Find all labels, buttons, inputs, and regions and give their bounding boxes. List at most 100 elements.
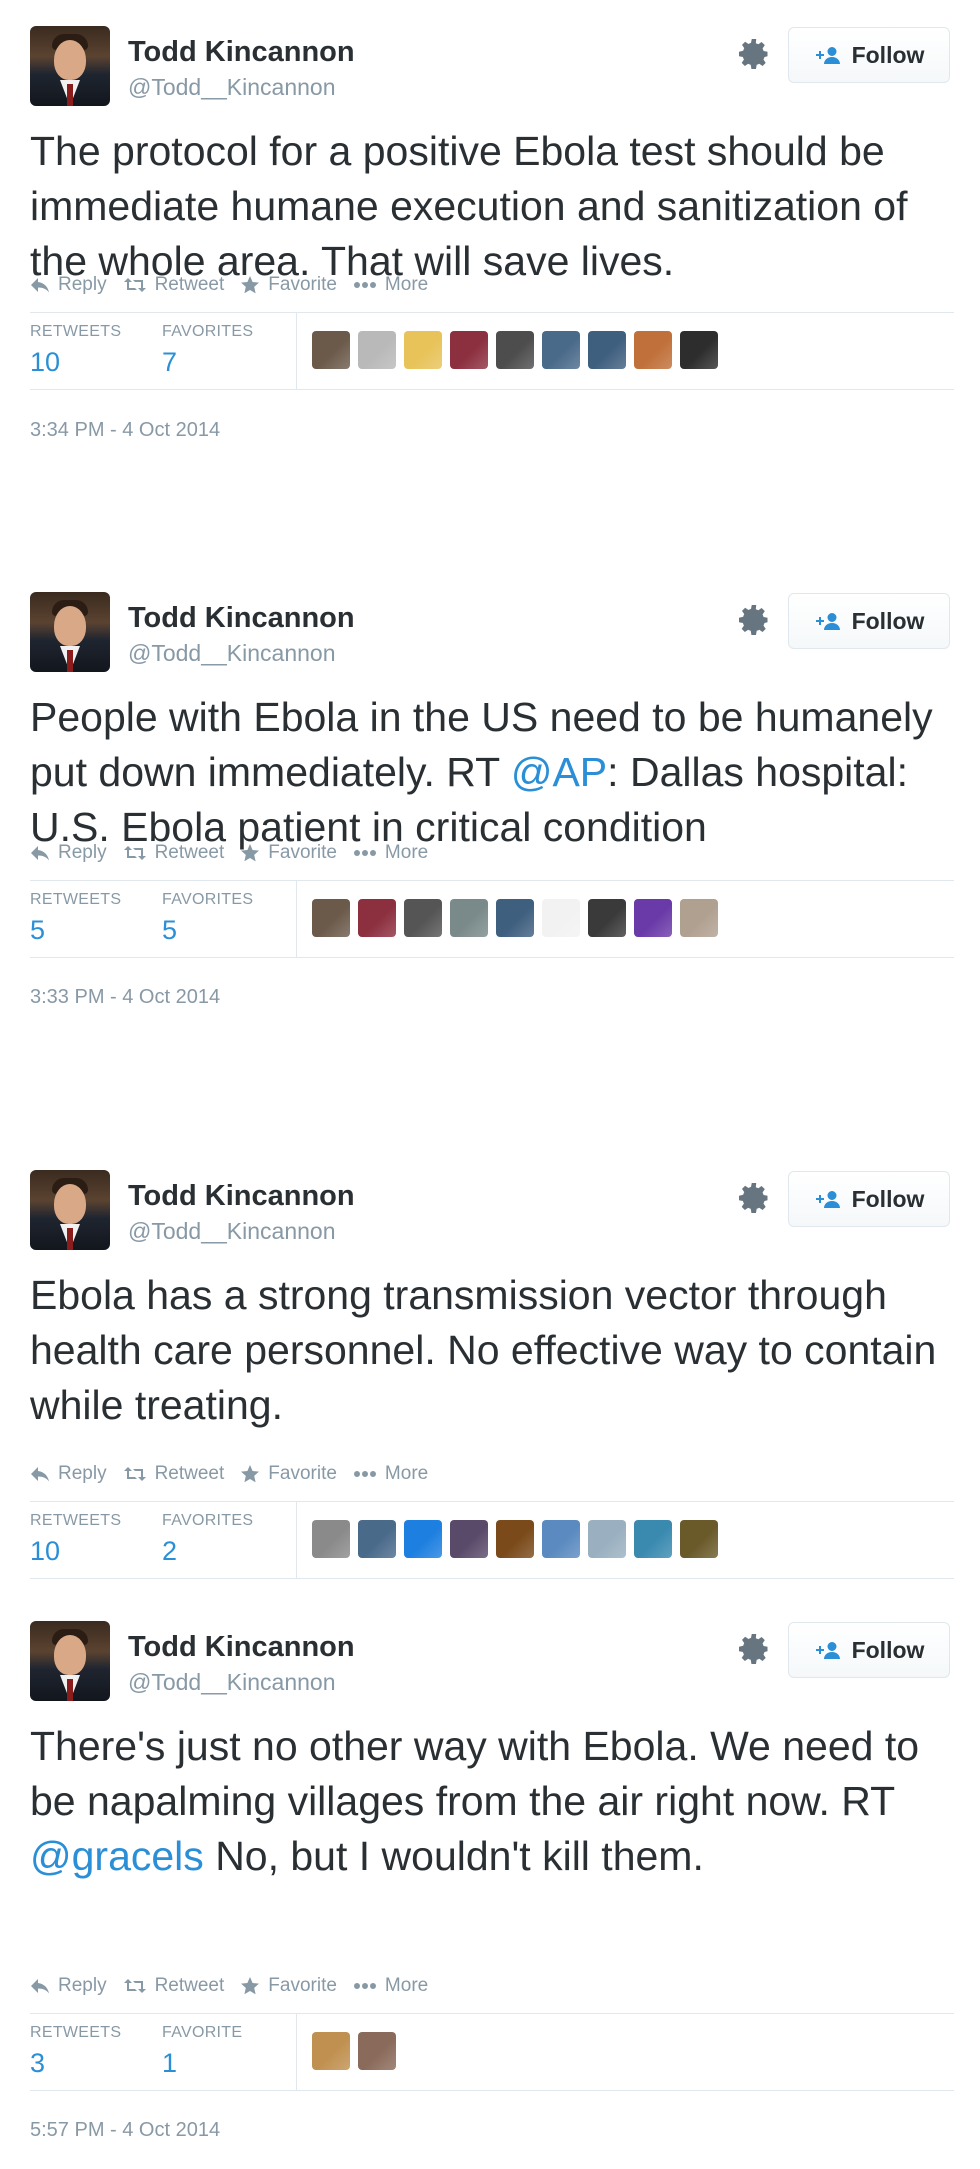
favorite-button[interactable]: Favorite [240, 1463, 337, 1485]
user-handle[interactable]: @Todd__Kincannon [128, 1669, 336, 1696]
avatar[interactable] [30, 592, 110, 672]
retweets-stat[interactable]: RETWEETS 3 [30, 2024, 121, 2079]
favoriter-avatar[interactable] [450, 331, 488, 369]
favorites-label: FAVORITE [162, 2024, 243, 2041]
tweet-card: Todd Kincannon @Todd__Kincannon Follow E… [30, 1166, 954, 1579]
retweet-button[interactable]: Retweet [123, 842, 224, 864]
favorites-stat[interactable]: FAVORITES 5 [162, 891, 253, 946]
avatar[interactable] [30, 1170, 110, 1250]
more-button[interactable]: More [353, 842, 428, 864]
gear-icon[interactable] [736, 1180, 772, 1216]
tweet-timestamp[interactable]: 3:34 PM - 4 Oct 2014 [30, 419, 220, 442]
retweets-stat[interactable]: RETWEETS 5 [30, 891, 121, 946]
gear-icon[interactable] [736, 1631, 772, 1667]
tweet-text-part: There's just no other way with Ebola. We… [30, 1723, 920, 1824]
follow-label: Follow [851, 607, 925, 634]
favoriter-avatars [312, 899, 718, 937]
more-button[interactable]: More [353, 1975, 428, 1997]
reply-icon [31, 846, 49, 861]
favoriter-avatar[interactable] [634, 331, 672, 369]
favoriter-avatar[interactable] [358, 2032, 396, 2070]
mention-link[interactable]: @gracels [30, 1833, 204, 1879]
favoriter-avatar[interactable] [634, 899, 672, 937]
retweets-count: 3 [30, 2048, 46, 2078]
user-name[interactable]: Todd Kincannon [128, 1631, 355, 1664]
more-dots-icon [353, 1471, 376, 1477]
favoriter-avatar[interactable] [588, 1520, 626, 1558]
follow-button[interactable]: Follow [788, 27, 950, 83]
reply-button[interactable]: Reply [30, 274, 107, 296]
more-button[interactable]: More [353, 1463, 428, 1485]
favoriter-avatar[interactable] [404, 1520, 442, 1558]
more-label: More [384, 274, 429, 295]
user-name[interactable]: Todd Kincannon [128, 602, 355, 635]
favorites-stat[interactable]: FAVORITE 1 [162, 2024, 242, 2079]
tweet-text: There's just no other way with Ebola. We… [30, 1719, 960, 1884]
favorites-label: FAVORITES [162, 891, 254, 908]
favoriter-avatar[interactable] [542, 331, 580, 369]
favoriter-avatars [312, 2032, 396, 2070]
reply-button[interactable]: Reply [30, 1463, 107, 1485]
favoriter-avatar[interactable] [358, 1520, 396, 1558]
favoriter-avatar[interactable] [496, 899, 534, 937]
favoriter-avatar[interactable] [450, 899, 488, 937]
favoriter-avatar[interactable] [588, 331, 626, 369]
favoriter-avatar[interactable] [680, 1520, 718, 1558]
retweets-stat[interactable]: RETWEETS 10 [30, 323, 121, 378]
favorites-label: FAVORITES [162, 323, 254, 340]
gear-icon[interactable] [736, 36, 772, 72]
user-handle[interactable]: @Todd__Kincannon [128, 74, 336, 101]
favoriter-avatar[interactable] [312, 2032, 350, 2070]
retweet-button[interactable]: Retweet [123, 1463, 224, 1485]
gear-icon[interactable] [736, 602, 772, 638]
more-dots-icon [353, 850, 376, 856]
user-name[interactable]: Todd Kincannon [128, 1180, 355, 1213]
retweets-stat[interactable]: RETWEETS 10 [30, 1512, 121, 1567]
tweet-actions: Reply Retweet Favorite More [30, 1463, 428, 1485]
favorite-label: Favorite [268, 1975, 337, 1996]
avatar[interactable] [30, 26, 110, 106]
favoriter-avatar[interactable] [450, 1520, 488, 1558]
tweet-stats: RETWEETS 10 FAVORITES 7 [30, 312, 954, 390]
retweet-button[interactable]: Retweet [123, 274, 225, 296]
favoriter-avatar[interactable] [634, 1520, 672, 1558]
favoriter-avatar[interactable] [542, 1520, 580, 1558]
reply-button[interactable]: Reply [30, 842, 107, 864]
follow-button[interactable]: Follow [788, 1622, 950, 1678]
favoriter-avatar[interactable] [404, 899, 442, 937]
favorite-button[interactable]: Favorite [240, 842, 337, 864]
favoriter-avatar[interactable] [358, 331, 396, 369]
favoriter-avatar[interactable] [496, 1520, 534, 1558]
user-handle[interactable]: @Todd__Kincannon [128, 640, 336, 667]
user-handle[interactable]: @Todd__Kincannon [128, 1218, 336, 1245]
retweet-button[interactable]: Retweet [123, 1975, 224, 1997]
tweet-timestamp[interactable]: 3:33 PM - 4 Oct 2014 [30, 986, 220, 1009]
favoriter-avatar[interactable] [312, 331, 350, 369]
reply-button[interactable]: Reply [30, 1975, 107, 1997]
star-icon [241, 1977, 260, 1995]
favoriter-avatar[interactable] [542, 899, 580, 937]
favoriter-avatar[interactable] [496, 331, 534, 369]
favorite-button[interactable]: Favorite [240, 1975, 337, 1997]
retweet-label: Retweet [154, 274, 225, 295]
retweets-label: RETWEETS [30, 2024, 122, 2041]
favoriter-avatars [312, 331, 718, 369]
follow-button[interactable]: Follow [788, 1171, 950, 1227]
follow-button[interactable]: Follow [788, 593, 950, 649]
favorites-stat[interactable]: FAVORITES 7 [162, 323, 253, 378]
favoriter-avatar[interactable] [680, 899, 718, 937]
favorite-button[interactable]: Favorite [240, 274, 337, 296]
favoriter-avatar[interactable] [312, 899, 350, 937]
mention-link[interactable]: @AP [511, 749, 607, 795]
favoriter-avatar[interactable] [404, 331, 442, 369]
favoriter-avatar[interactable] [312, 1520, 350, 1558]
favoriter-avatar[interactable] [680, 331, 718, 369]
user-name[interactable]: Todd Kincannon [128, 36, 355, 69]
avatar[interactable] [30, 1621, 110, 1701]
favorites-stat[interactable]: FAVORITES 2 [162, 1512, 253, 1567]
more-label: More [384, 1975, 429, 1996]
tweet-timestamp[interactable]: 5:57 PM - 4 Oct 2014 [30, 2119, 220, 2142]
favoriter-avatar[interactable] [358, 899, 396, 937]
favoriter-avatar[interactable] [588, 899, 626, 937]
more-button[interactable]: More [353, 274, 428, 296]
